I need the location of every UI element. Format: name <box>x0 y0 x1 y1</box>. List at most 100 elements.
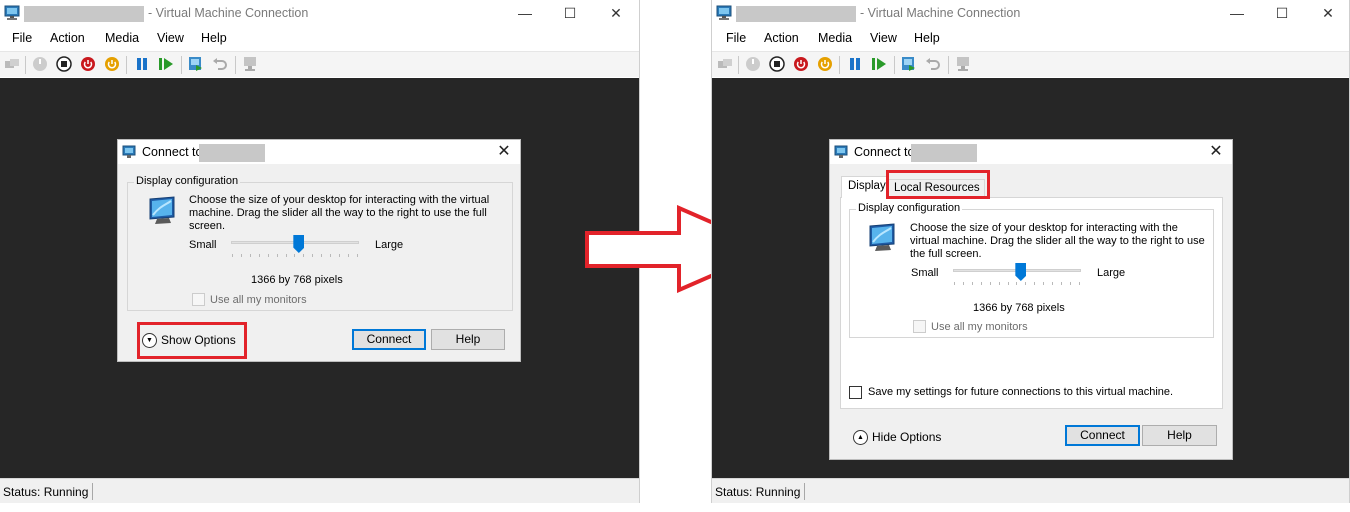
dialog-title-bar: Connect to ✕ <box>830 140 1232 164</box>
highlight-show-options <box>137 322 247 359</box>
dialog-title: Connect to <box>142 145 203 159</box>
revert-icon[interactable] <box>925 56 941 72</box>
shutdown-icon[interactable] <box>793 56 809 72</box>
menu-media[interactable]: Media <box>105 31 139 45</box>
use-all-monitors-label: Use all my monitors <box>931 321 1028 333</box>
menu-bar: File Action Media View Help <box>712 28 1349 50</box>
minimize-button[interactable]: — <box>502 2 548 26</box>
dialog-close-button[interactable]: ✕ <box>1206 142 1226 162</box>
menu-bar: File Action Media View Help <box>0 28 639 50</box>
start-icon[interactable] <box>32 56 48 72</box>
monitor-icon <box>869 223 895 251</box>
vm-connection-icon <box>122 145 136 158</box>
vm-connection-icon <box>716 5 732 20</box>
vm-connection-icon <box>4 5 20 20</box>
display-configuration-group: Display configuration Choose the size of… <box>127 175 513 311</box>
shutdown-icon[interactable] <box>80 56 96 72</box>
slider-max-label: Large <box>375 239 404 251</box>
pause-icon[interactable] <box>134 56 150 72</box>
turn-off-icon[interactable] <box>56 56 72 72</box>
toolbar-separator <box>738 56 739 74</box>
connect-button[interactable]: Connect <box>1065 425 1140 446</box>
menu-media[interactable]: Media <box>818 31 852 45</box>
turn-off-icon[interactable] <box>769 56 785 72</box>
help-button[interactable]: Help <box>431 329 505 350</box>
dialog-title: Connect to <box>854 145 915 159</box>
slider-min-label: Small <box>189 239 217 251</box>
title-bar: - Virtual Machine Connection — ☐ ✕ <box>0 0 639 28</box>
ctrl-alt-del-icon[interactable] <box>4 56 20 72</box>
checkpoint-icon[interactable] <box>901 56 917 72</box>
redacted-vm-name <box>911 144 977 162</box>
close-button[interactable]: ✕ <box>593 2 639 26</box>
use-all-monitors-checkbox[interactable] <box>192 293 205 306</box>
window-title: - Virtual Machine Connection <box>148 6 309 20</box>
start-icon[interactable] <box>745 56 761 72</box>
resolution-slider-thumb[interactable] <box>293 235 305 253</box>
menu-file[interactable]: File <box>726 31 746 45</box>
pause-icon[interactable] <box>847 56 863 72</box>
display-tab-panel: Display configuration Choose the size of… <box>840 197 1223 409</box>
menu-help[interactable]: Help <box>201 31 227 45</box>
resolution-text: 1366 by 768 pixels <box>973 302 1065 314</box>
checkpoint-icon[interactable] <box>188 56 204 72</box>
hide-options-link[interactable]: Hide Options <box>872 430 941 444</box>
menu-action[interactable]: Action <box>50 31 85 45</box>
monitor-icon <box>149 196 175 224</box>
enhanced-session-icon[interactable] <box>242 56 258 72</box>
status-bar: Status: Running <box>0 478 639 503</box>
redacted-vm-name <box>199 144 265 162</box>
status-bar: Status: Running <box>712 478 1349 503</box>
toolbar-separator <box>235 56 236 74</box>
save-settings-label[interactable]: Save my settings for future connections … <box>868 386 1173 398</box>
menu-help[interactable]: Help <box>914 31 940 45</box>
redacted-vm-name <box>24 6 144 22</box>
menu-view[interactable]: View <box>870 31 897 45</box>
title-bar: - Virtual Machine Connection — ☐ ✕ <box>712 0 1349 28</box>
display-configuration-group: Display configuration Choose the size of… <box>849 202 1214 338</box>
slider-ticks <box>954 282 1080 288</box>
menu-action[interactable]: Action <box>764 31 799 45</box>
toolbar-separator <box>181 56 182 74</box>
help-button[interactable]: Help <box>1142 425 1217 446</box>
dialog-title-bar: Connect to ✕ <box>118 140 520 164</box>
toolbar-separator <box>839 56 840 74</box>
minimize-button[interactable]: — <box>1214 2 1260 26</box>
status-separator <box>92 483 93 500</box>
tab-display[interactable]: Display <box>841 176 887 198</box>
save-state-icon[interactable] <box>104 56 120 72</box>
toolbar <box>712 51 1349 77</box>
connect-button[interactable]: Connect <box>352 329 426 350</box>
status-separator <box>804 483 805 500</box>
slider-ticks <box>232 254 358 260</box>
close-button[interactable]: ✕ <box>1305 2 1350 26</box>
menu-file[interactable]: File <box>12 31 32 45</box>
save-state-icon[interactable] <box>817 56 833 72</box>
toolbar-separator <box>25 56 26 74</box>
resolution-text: 1366 by 768 pixels <box>251 274 343 286</box>
use-all-monitors-label: Use all my monitors <box>210 294 307 306</box>
revert-icon[interactable] <box>212 56 228 72</box>
toolbar-separator <box>126 56 127 74</box>
resume-icon[interactable] <box>871 56 887 72</box>
maximize-button[interactable]: ☐ <box>1259 2 1305 26</box>
slider-min-label: Small <box>911 267 939 279</box>
enhanced-session-icon[interactable] <box>955 56 971 72</box>
save-settings-checkbox[interactable] <box>849 386 862 399</box>
toolbar-separator <box>948 56 949 74</box>
resume-icon[interactable] <box>158 56 174 72</box>
menu-view[interactable]: View <box>157 31 184 45</box>
window-title: - Virtual Machine Connection <box>860 6 1021 20</box>
group-label: Display configuration <box>134 175 241 187</box>
slider-max-label: Large <box>1097 267 1126 279</box>
status-text: Status: Running <box>715 485 801 499</box>
collapse-options-icon[interactable]: ▲ <box>853 430 868 445</box>
ctrl-alt-del-icon[interactable] <box>717 56 733 72</box>
redacted-vm-name <box>736 6 856 22</box>
status-text: Status: Running <box>3 485 89 499</box>
use-all-monitors-checkbox[interactable] <box>913 320 926 333</box>
maximize-button[interactable]: ☐ <box>547 2 593 26</box>
toolbar <box>0 51 639 77</box>
dialog-close-button[interactable]: ✕ <box>494 142 514 162</box>
resolution-slider-thumb[interactable] <box>1015 263 1027 281</box>
